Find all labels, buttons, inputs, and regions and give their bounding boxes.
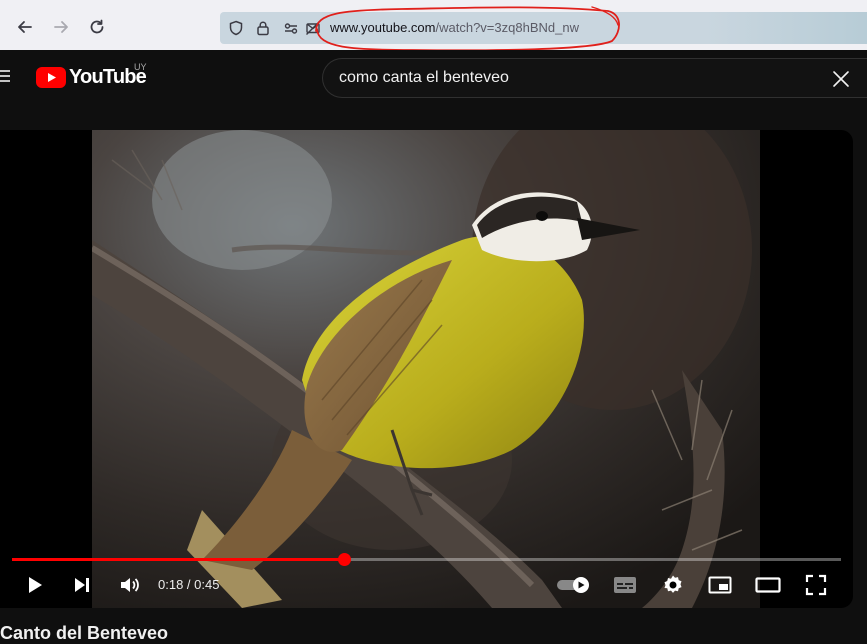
forward-button[interactable] xyxy=(48,14,74,40)
lock-icon[interactable] xyxy=(254,19,272,37)
subtitles-icon xyxy=(614,577,636,593)
browser-toolbar: www.youtube.com/watch?v=3zq8hBNd_nw xyxy=(0,0,867,52)
reload-button[interactable] xyxy=(84,14,110,40)
close-icon[interactable] xyxy=(829,67,853,91)
theater-mode-button[interactable] xyxy=(755,570,781,600)
next-button[interactable] xyxy=(70,570,94,600)
arrow-left-icon xyxy=(18,21,32,33)
back-button[interactable] xyxy=(12,14,38,40)
url-text[interactable]: www.youtube.com/watch?v=3zq8hBNd_nw xyxy=(330,20,579,35)
time-display: 0:18 / 0:45 xyxy=(158,577,220,592)
gear-icon xyxy=(664,575,682,593)
address-bar[interactable]: www.youtube.com/watch?v=3zq8hBNd_nw xyxy=(220,12,867,44)
reload-icon xyxy=(90,19,104,34)
hamburger-menu-icon[interactable] xyxy=(0,68,10,84)
permissions-icon[interactable] xyxy=(282,19,300,37)
video-frame[interactable] xyxy=(92,130,760,608)
url-bar-decoration xyxy=(707,12,867,44)
progress-played xyxy=(12,558,344,561)
scrubber-handle[interactable] xyxy=(337,553,351,566)
blocked-media-icon[interactable] xyxy=(304,19,322,37)
fullscreen-button[interactable] xyxy=(803,570,829,600)
autoplay-toggle[interactable] xyxy=(556,570,592,600)
region-code: UY xyxy=(134,62,147,72)
skip-next-icon xyxy=(75,578,89,592)
video-player[interactable]: 0:18 / 0:45 xyxy=(0,130,853,608)
settings-button[interactable] xyxy=(660,570,686,600)
url-path: /watch?v=3zq8hBNd_nw xyxy=(435,20,579,35)
volume-icon xyxy=(121,578,139,592)
subtitles-button[interactable] xyxy=(612,570,638,600)
youtube-play-logo-icon xyxy=(36,66,66,88)
volume-button[interactable] xyxy=(116,570,142,600)
search-input[interactable] xyxy=(339,69,779,87)
youtube-logo[interactable]: YouTube xyxy=(36,65,147,89)
shield-icon[interactable] xyxy=(227,19,245,37)
search-box[interactable] xyxy=(322,58,867,98)
fullscreen-icon xyxy=(805,574,827,596)
play-icon xyxy=(29,577,42,593)
play-button[interactable] xyxy=(22,570,48,600)
miniplayer-button[interactable] xyxy=(707,570,733,600)
theater-mode-icon xyxy=(755,577,781,593)
arrow-right-icon xyxy=(54,21,68,33)
url-host: www.youtube.com xyxy=(330,20,436,35)
autoplay-toggle-icon xyxy=(557,577,589,593)
miniplayer-icon xyxy=(708,576,732,594)
progress-bar[interactable] xyxy=(12,553,841,566)
youtube-header: YouTube UY xyxy=(0,50,867,106)
